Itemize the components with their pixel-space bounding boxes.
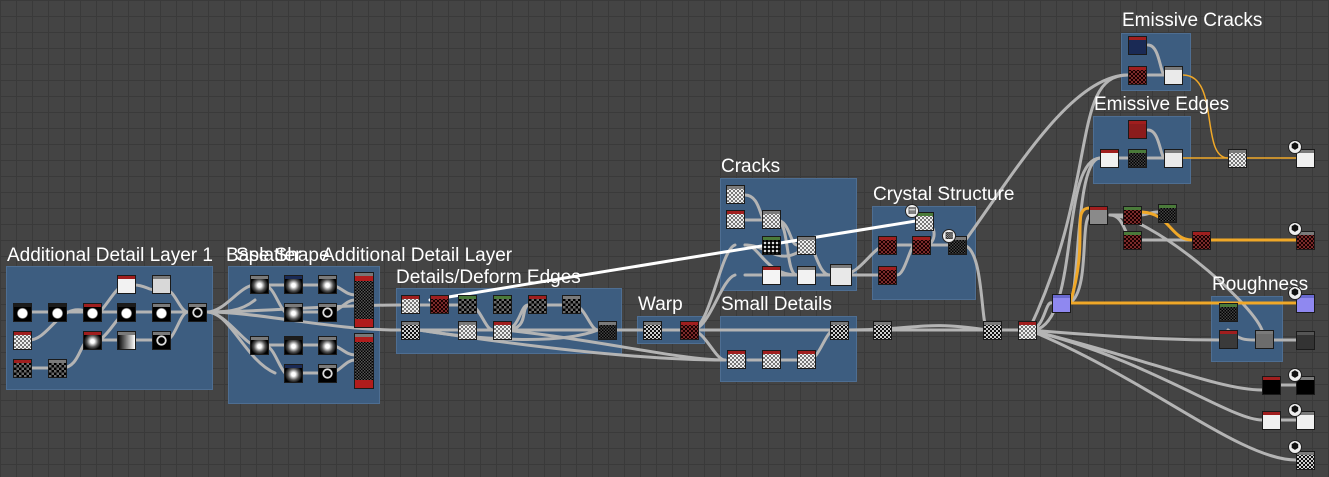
output-icon[interactable]: ⬢: [1288, 286, 1302, 300]
node-noise-dark[interactable]: [13, 359, 32, 378]
node-color[interactable]: [1052, 294, 1071, 313]
node-ring-out[interactable]: [188, 303, 207, 322]
node-splat-d[interactable]: [284, 303, 303, 322]
node-grey[interactable]: [152, 275, 171, 294]
node-blob-2[interactable]: [152, 303, 171, 322]
node-small-5[interactable]: [873, 321, 892, 340]
node-small-4[interactable]: [830, 321, 849, 340]
node-crystal-3[interactable]: [912, 236, 931, 255]
node-dde-1[interactable]: [401, 295, 420, 314]
node-normal-in[interactable]: [1262, 411, 1281, 430]
frame-title-additional-detail-layer-2: Additional Detail Layer: [322, 245, 513, 266]
node-splat-b[interactable]: [250, 336, 269, 355]
node-dde-8[interactable]: [528, 295, 547, 314]
node-gradient[interactable]: [117, 331, 136, 350]
node-ee-4[interactable]: [1164, 149, 1183, 168]
output-icon[interactable]: ⬢: [1288, 403, 1302, 417]
node-dde-9[interactable]: [562, 295, 581, 314]
node-splat-c[interactable]: [284, 275, 303, 294]
node-star[interactable]: [117, 303, 136, 322]
node-emissive-out[interactable]: [1228, 149, 1247, 168]
output-icon[interactable]: ⬢: [1288, 368, 1302, 382]
node-ring[interactable]: [152, 331, 171, 350]
node-blend[interactable]: [83, 303, 102, 322]
node-crystal-2[interactable]: [878, 266, 897, 285]
output-roughness[interactable]: [1296, 331, 1315, 350]
node-ee-2[interactable]: [1100, 149, 1119, 168]
node-mid-1[interactable]: [983, 321, 1002, 340]
node-small-3[interactable]: [797, 350, 816, 369]
node-splat-tall-1[interactable]: [354, 272, 374, 328]
node-warp-1[interactable]: [643, 321, 662, 340]
node-r-4[interactable]: [1123, 231, 1142, 250]
node-dde-7[interactable]: [493, 321, 512, 340]
frame-title-cracks: Cracks: [721, 156, 781, 177]
node-splat-a[interactable]: [250, 275, 269, 294]
node-small-2[interactable]: [762, 350, 781, 369]
node-splat-tall-2[interactable]: [354, 333, 374, 389]
node-ec-2[interactable]: [1128, 66, 1147, 85]
frame-title-warp: Warp: [638, 294, 683, 315]
node-ec-3[interactable]: [1164, 66, 1183, 85]
node-cracks-6[interactable]: [797, 236, 816, 255]
node-dde-3[interactable]: [430, 295, 449, 314]
node-ee-1[interactable]: [1128, 120, 1147, 139]
node-cracks-7[interactable]: [797, 266, 816, 285]
node-dde-2[interactable]: [401, 321, 420, 340]
frame-title-small-details: Small Details: [721, 294, 832, 315]
node-mid-2[interactable]: [1018, 321, 1037, 340]
checker-icon[interactable]: ▩: [942, 229, 956, 243]
frame-title-crystal-structure: Crystal Structure: [873, 184, 1015, 205]
node-cracks-1[interactable]: [726, 185, 745, 204]
node-ee-3[interactable]: [1128, 149, 1147, 168]
frame-title-additional-detail-layer-1: Additional Detail Layer 1: [7, 245, 213, 266]
node-glow[interactable]: [83, 331, 102, 350]
node-cracks-4[interactable]: [762, 266, 781, 285]
node-rough-1[interactable]: [1219, 303, 1238, 322]
node-splat-j[interactable]: [318, 364, 337, 383]
node-splat-f[interactable]: [284, 364, 303, 383]
node-levels[interactable]: [48, 359, 67, 378]
node-rough-3[interactable]: [1255, 330, 1274, 349]
node-warp-2[interactable]: [680, 321, 699, 340]
node-cracks-3[interactable]: [762, 236, 781, 255]
node-r-3[interactable]: [1158, 204, 1177, 223]
node-splat-g[interactable]: [318, 275, 337, 294]
node-cracks-8[interactable]: [830, 264, 852, 286]
node-small-1[interactable]: [727, 350, 746, 369]
node-dde-10[interactable]: [598, 321, 617, 340]
node-r-2[interactable]: [1123, 206, 1142, 225]
node-crystal-1[interactable]: [878, 236, 897, 255]
node-splat-e[interactable]: [284, 336, 303, 355]
node-shape[interactable]: [13, 303, 32, 322]
output-height[interactable]: [1296, 451, 1315, 470]
node-ec-1[interactable]: [1128, 36, 1147, 55]
node-rough-2[interactable]: [1219, 330, 1238, 349]
node-dde-6[interactable]: [493, 295, 512, 314]
output-icon[interactable]: ⬢: [1288, 222, 1302, 236]
node-blur[interactable]: [48, 303, 67, 322]
frame-title-emissive-cracks: Emissive Cracks: [1122, 10, 1263, 31]
node-noise[interactable]: [13, 331, 32, 350]
node-white-shape[interactable]: [117, 275, 136, 294]
node-r-1[interactable]: [1089, 206, 1108, 225]
node-cracks-5[interactable]: [762, 210, 781, 229]
node-metal-in[interactable]: [1262, 376, 1281, 395]
graph-canvas[interactable]: Emissive Cracks Emissive Edges Cracks Cr…: [0, 0, 1329, 477]
node-splat-i[interactable]: [318, 336, 337, 355]
output-icon[interactable]: ⬢: [1288, 440, 1302, 454]
frame-title-details-deform-edges: Details/Deform Edges: [396, 267, 581, 288]
node-dde-5[interactable]: [458, 321, 477, 340]
frame-title-emissive-edges: Emissive Edges: [1094, 94, 1230, 115]
node-r-5[interactable]: [1192, 231, 1211, 250]
output-icon[interactable]: ⬢: [1288, 140, 1302, 154]
node-splat-h[interactable]: [318, 303, 337, 322]
comment-icon[interactable]: ▤: [905, 204, 919, 218]
frame-title-splatter: Splatter: [236, 245, 302, 266]
node-cracks-2[interactable]: [726, 210, 745, 229]
node-dde-4[interactable]: [458, 295, 477, 314]
